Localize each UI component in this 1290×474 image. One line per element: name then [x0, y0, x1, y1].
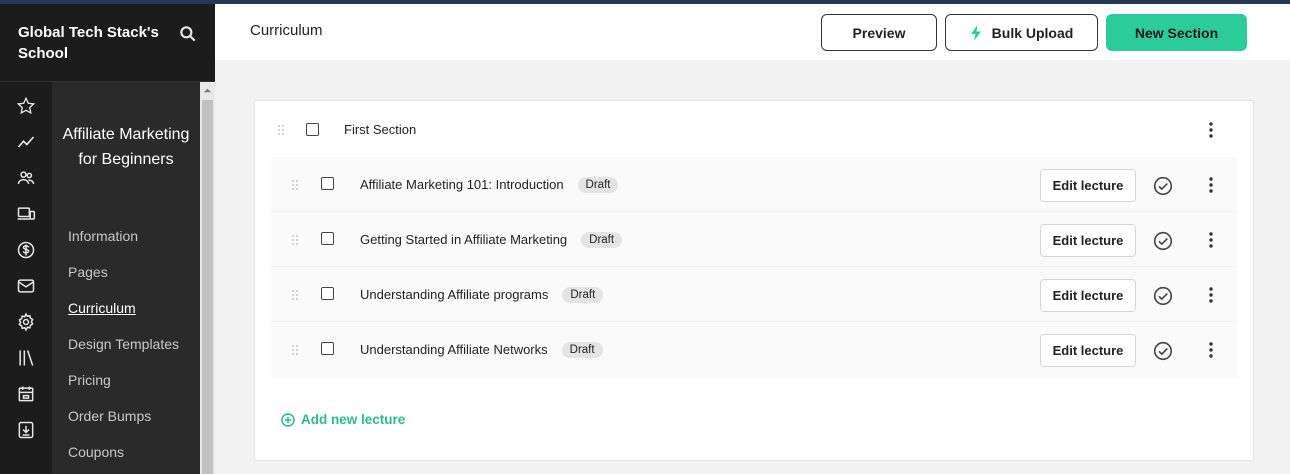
- lecture-title[interactable]: Understanding Affiliate programs Draft: [360, 287, 604, 303]
- section-title: First Section: [344, 122, 417, 137]
- lecture-checkbox[interactable]: [321, 342, 334, 355]
- page-header: Curriculum Preview Bulk Upload New Secti…: [215, 4, 1290, 60]
- section-more-icon[interactable]: [1209, 122, 1213, 138]
- status-badge: Draft: [561, 342, 603, 358]
- status-badge: Draft: [577, 177, 619, 193]
- sidebar-scrollbar[interactable]: [200, 82, 215, 474]
- lecture-title[interactable]: Understanding Affiliate Networks Draft: [360, 342, 603, 358]
- lightning-icon: [970, 24, 981, 41]
- users-icon[interactable]: [0, 160, 52, 196]
- drag-handle-icon[interactable]: [277, 124, 285, 136]
- drag-handle-icon[interactable]: [291, 289, 299, 301]
- preview-button-label: Preview: [852, 24, 906, 41]
- lecture-checkbox[interactable]: [321, 232, 334, 245]
- search-icon[interactable]: [178, 24, 198, 44]
- course-nav-list: Information Pages Curriculum Design Temp…: [68, 218, 198, 470]
- nav-item-design-templates[interactable]: Design Templates: [68, 326, 198, 362]
- lecture-more-icon[interactable]: [1209, 342, 1213, 358]
- lecture-checkbox[interactable]: [321, 177, 334, 190]
- edit-lecture-button[interactable]: Edit lecture: [1040, 334, 1136, 367]
- rail-icon-list: [0, 88, 52, 448]
- status-badge: Draft: [562, 287, 604, 303]
- lecture-row: Understanding Affiliate Networks Draft Ed…: [271, 322, 1237, 377]
- calendar-icon[interactable]: [0, 376, 52, 412]
- lecture-title-text: Affiliate Marketing 101: Introduction: [360, 177, 564, 192]
- bulk-upload-label: Bulk Upload: [991, 24, 1074, 41]
- lecture-title[interactable]: Affiliate Marketing 101: Introduction Dra…: [360, 177, 619, 193]
- nav-item-coupons[interactable]: Coupons: [68, 434, 198, 470]
- lecture-title[interactable]: Getting Started in Affiliate Marketing Dr…: [360, 232, 623, 248]
- edit-lecture-button[interactable]: Edit lecture: [1040, 224, 1136, 257]
- lecture-more-icon[interactable]: [1209, 177, 1213, 193]
- edit-lecture-button[interactable]: Edit lecture: [1040, 169, 1136, 202]
- lecture-row: Understanding Affiliate programs Draft Ed…: [271, 267, 1237, 322]
- nav-item-pricing[interactable]: Pricing: [68, 362, 198, 398]
- bulk-upload-button[interactable]: Bulk Upload: [945, 14, 1098, 51]
- scrollbar-thumb[interactable]: [202, 100, 213, 474]
- library-icon[interactable]: [0, 340, 52, 376]
- star-icon[interactable]: [0, 88, 52, 124]
- dollar-icon[interactable]: [0, 232, 52, 268]
- check-circle-icon[interactable]: [1153, 286, 1173, 306]
- drag-handle-icon[interactable]: [291, 344, 299, 356]
- section-card: First Section Affiliate Marketing 101: I…: [254, 100, 1254, 461]
- school-header: Global Tech Stack's School: [0, 4, 215, 82]
- gear-icon[interactable]: [0, 304, 52, 340]
- nav-item-information[interactable]: Information: [68, 218, 198, 254]
- section-checkbox[interactable]: [306, 123, 319, 136]
- scroll-up-arrow-icon[interactable]: [203, 86, 212, 95]
- check-circle-icon[interactable]: [1153, 176, 1173, 196]
- lecture-more-icon[interactable]: [1209, 232, 1213, 248]
- check-circle-icon[interactable]: [1153, 231, 1173, 251]
- nav-item-curriculum[interactable]: Curriculum: [68, 290, 198, 326]
- course-title: Affiliate Marketing for Beginners: [62, 126, 190, 168]
- new-section-button[interactable]: New Section: [1106, 14, 1247, 51]
- plus-circle-icon: [281, 412, 295, 427]
- lecture-title-text: Getting Started in Affiliate Marketing: [360, 232, 568, 247]
- new-section-label: New Section: [1134, 24, 1219, 41]
- nav-item-pages[interactable]: Pages: [68, 254, 198, 290]
- school-name[interactable]: Global Tech Stack's School: [18, 22, 168, 64]
- check-circle-icon[interactable]: [1153, 341, 1173, 361]
- download-icon[interactable]: [0, 412, 52, 448]
- drag-handle-icon[interactable]: [291, 234, 299, 246]
- status-badge: Draft: [581, 232, 623, 248]
- devices-icon[interactable]: [0, 196, 52, 232]
- lecture-checkbox[interactable]: [321, 287, 334, 300]
- nav-item-order-bumps[interactable]: Order Bumps: [68, 398, 198, 434]
- page-title: Curriculum: [250, 22, 323, 39]
- lecture-more-icon[interactable]: [1209, 287, 1213, 303]
- lecture-list: Affiliate Marketing 101: Introduction Dra…: [271, 157, 1237, 378]
- lecture-title-text: Understanding Affiliate programs: [360, 287, 549, 302]
- lecture-row: Affiliate Marketing 101: Introduction Dra…: [271, 157, 1237, 212]
- lecture-row: Getting Started in Affiliate Marketing Dr…: [271, 212, 1237, 267]
- edit-lecture-button[interactable]: Edit lecture: [1040, 279, 1136, 312]
- drag-handle-icon[interactable]: [291, 179, 299, 191]
- lecture-title-text: Understanding Affiliate Networks: [360, 342, 548, 357]
- add-new-lecture-label: Add new lecture: [301, 412, 406, 427]
- analytics-icon[interactable]: [0, 124, 52, 160]
- add-new-lecture-link[interactable]: Add new lecture: [281, 412, 405, 427]
- preview-button[interactable]: Preview: [821, 14, 937, 51]
- course-nav: Affiliate Marketing for Beginners Inform…: [52, 82, 200, 474]
- mail-icon[interactable]: [0, 268, 52, 304]
